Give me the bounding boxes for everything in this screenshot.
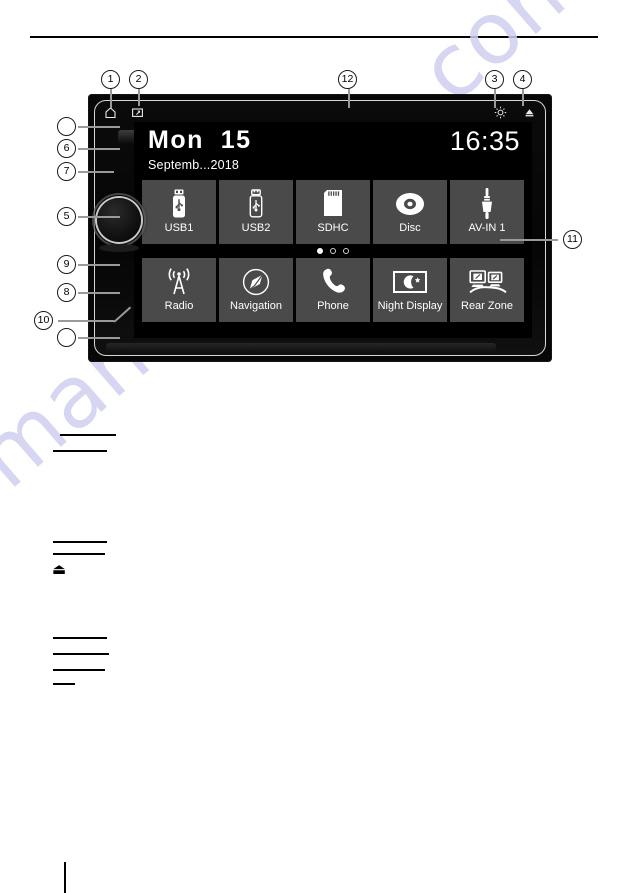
page-bottom-rule xyxy=(64,862,66,893)
tile-usb1[interactable]: USB1 xyxy=(142,180,216,244)
callout-5: 5 xyxy=(57,207,76,226)
tile-label: Disc xyxy=(399,222,421,234)
callout-6: 6 xyxy=(57,139,76,158)
usb-icon xyxy=(246,187,266,221)
date-main: Mon 15 xyxy=(148,126,252,154)
status-bar-right-group xyxy=(494,106,536,119)
radio-tower-icon xyxy=(163,265,195,299)
callout-7: 7 xyxy=(57,162,76,181)
page-dot[interactable] xyxy=(317,248,323,254)
tile-disc[interactable]: Disc xyxy=(373,180,447,244)
clock-time: 16:35 xyxy=(449,126,520,156)
leader-callout-bottom-blank xyxy=(78,337,120,339)
tile-usb2[interactable]: USB2 xyxy=(219,180,293,244)
usb-icon xyxy=(169,187,189,221)
brightness-icon[interactable] xyxy=(494,106,507,119)
disc-icon xyxy=(395,187,425,221)
volume-knob-shadow xyxy=(99,244,139,252)
tile-label: Phone xyxy=(317,300,349,312)
compass-icon xyxy=(241,265,271,299)
tile-row-2: Radio Navigation Phone Night Display Rea… xyxy=(142,258,524,322)
body-rule xyxy=(53,450,107,452)
eject-glyph: ⏏ xyxy=(52,561,67,578)
body-rule xyxy=(53,683,75,685)
tile-row-1: USB1 USB2 SDHC Disc AV-IN 1 xyxy=(142,180,524,244)
tile-label: SDHC xyxy=(317,222,349,234)
body-rule xyxy=(53,637,107,639)
leader-callout-6 xyxy=(78,148,120,150)
tile-sdhc[interactable]: SDHC xyxy=(296,180,370,244)
leader-callout-top-blank xyxy=(78,126,120,128)
rear-zone-icon xyxy=(467,265,507,299)
page-indicator[interactable] xyxy=(142,244,524,258)
leader-callout-7 xyxy=(78,171,114,173)
callout-3: 3 xyxy=(485,70,504,89)
tile-label: USB1 xyxy=(164,222,194,234)
night-moon-icon xyxy=(392,265,428,299)
tile-label: Night Display xyxy=(377,300,443,312)
page-dot[interactable] xyxy=(343,248,349,254)
callout-1: 1 xyxy=(101,70,120,89)
leader-callout-10 xyxy=(58,320,114,322)
leader-callout-3 xyxy=(494,86,496,108)
tile-label: USB2 xyxy=(241,222,271,234)
head-unit: Mon 15 Septemb...2018 16:35 USB1 USB2 SD… xyxy=(88,94,552,362)
screen-capture-icon[interactable] xyxy=(131,106,144,119)
tile-night-display[interactable]: Night Display xyxy=(373,258,447,322)
leader-callout-1 xyxy=(110,86,112,108)
tile-rear-zone[interactable]: Rear Zone xyxy=(450,258,524,322)
leader-callout-5 xyxy=(78,216,120,218)
clock-widget[interactable]: Mon 15 Septemb...2018 16:35 xyxy=(134,122,532,178)
leader-callout-9 xyxy=(78,264,120,266)
leader-callout-8 xyxy=(78,292,120,294)
tile-radio[interactable]: Radio xyxy=(142,258,216,322)
body-rule xyxy=(53,541,107,543)
callout-bottom-blank xyxy=(57,328,76,347)
tile-label: Navigation xyxy=(230,300,282,312)
leader-callout-11 xyxy=(500,239,558,241)
callout-8: 8 xyxy=(57,283,76,302)
sd-card-icon xyxy=(321,187,345,221)
source-tile-grid: USB1 USB2 SDHC Disc AV-IN 1 Radio Naviga… xyxy=(142,180,524,322)
callout-2: 2 xyxy=(129,70,148,89)
date-sub: Septemb...2018 xyxy=(148,158,240,172)
callout-12: 12 xyxy=(338,70,357,89)
tile-label: AV-IN 1 xyxy=(468,222,506,234)
callout-11: 11 xyxy=(563,230,582,249)
callout-9: 9 xyxy=(57,255,76,274)
callout-top-blank xyxy=(57,117,76,136)
leader-callout-4 xyxy=(522,86,524,106)
tile-navigation[interactable]: Navigation xyxy=(219,258,293,322)
tile-phone[interactable]: Phone xyxy=(296,258,370,322)
tile-label: Radio xyxy=(164,300,194,312)
page-dot[interactable] xyxy=(330,248,336,254)
body-rule xyxy=(53,553,105,555)
volume-knob-ring xyxy=(92,193,146,247)
touchscreen[interactable]: Mon 15 Septemb...2018 16:35 USB1 USB2 SD… xyxy=(134,122,532,338)
status-bar xyxy=(104,103,536,121)
tile-av-in-1[interactable]: AV-IN 1 xyxy=(450,180,524,244)
volume-knob[interactable] xyxy=(92,193,146,247)
device-figure: Mon 15 Septemb...2018 16:35 USB1 USB2 SD… xyxy=(0,0,629,400)
callout-4: 4 xyxy=(513,70,532,89)
body-rule xyxy=(53,653,109,655)
phone-icon xyxy=(319,265,347,299)
av-jack-icon xyxy=(478,187,496,221)
body-rule xyxy=(53,669,105,671)
leader-callout-12 xyxy=(348,86,350,108)
tile-label: Rear Zone xyxy=(461,300,513,312)
leader-callout-2 xyxy=(138,86,140,106)
callout-10: 10 xyxy=(34,311,53,330)
eject-icon[interactable] xyxy=(523,106,536,119)
body-rule xyxy=(60,434,116,436)
